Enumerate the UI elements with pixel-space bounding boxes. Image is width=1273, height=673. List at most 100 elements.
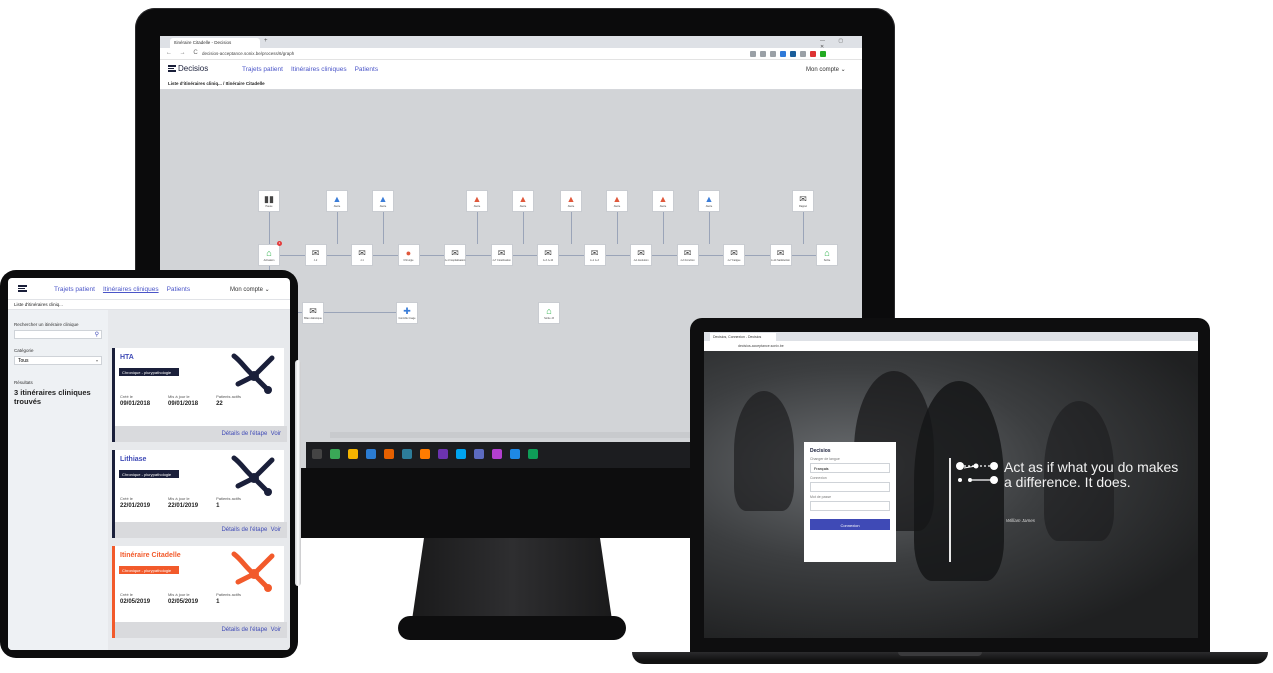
- graph-node-label: J+7 Cicatrisation: [492, 258, 511, 262]
- itinerary-card-selected[interactable]: Itinéraire Citadelle Chronique - plurypa…: [112, 546, 287, 638]
- graph-node[interactable]: ● Chirurgie: [397, 244, 420, 266]
- graph-node[interactable]: ▲ Alerte: [372, 190, 394, 212]
- nav-patients[interactable]: Patients: [355, 66, 379, 73]
- card-actions: Détails de l'étape Voir: [115, 622, 287, 638]
- taskbar-app-icon[interactable]: [474, 449, 484, 459]
- graph-node[interactable]: ✉ J+3 J+10: [537, 244, 559, 266]
- card-title[interactable]: HTA: [120, 354, 134, 361]
- updated-label: Mis à jour le: [168, 394, 190, 399]
- nav-trajets[interactable]: Trajets patient: [54, 286, 95, 293]
- graph-node[interactable]: ▲ Alerte: [606, 190, 628, 212]
- card-meta: Créé le 22/01/2019 Mis à jour le 22/01/201…: [120, 496, 250, 509]
- browser-tab[interactable]: Itinéraire Citadelle - Decisios: [170, 38, 260, 48]
- password-label: Mot de passe: [810, 495, 832, 499]
- taskbar-app-icon[interactable]: [528, 449, 538, 459]
- password-input[interactable]: [810, 501, 890, 511]
- card-title[interactable]: Itinéraire Citadelle: [120, 552, 181, 559]
- category-select[interactable]: Tous ▾: [14, 356, 102, 365]
- graph-node[interactable]: ✉ J-1: [351, 244, 373, 266]
- taskbar-app-icon[interactable]: [312, 449, 322, 459]
- taskbar-app-icon[interactable]: [438, 449, 448, 459]
- view-link[interactable]: Voir: [271, 527, 281, 533]
- graph-node[interactable]: ✉ J+1 Evolution: [630, 244, 652, 266]
- account-menu[interactable]: Mon compte ⌄: [230, 286, 270, 293]
- nav-itineraires[interactable]: Itinéraires cliniques: [103, 286, 159, 293]
- updated-date: 02/05/2019: [168, 599, 199, 605]
- search-icon[interactable]: ⚲: [95, 331, 99, 338]
- envelope-icon: ✉: [358, 247, 366, 258]
- nav-trajets[interactable]: Trajets patient: [242, 66, 283, 73]
- graph-node[interactable]: ▲ Alerte: [326, 190, 348, 212]
- graph-node[interactable]: ▲ Alerte: [698, 190, 720, 212]
- graph-node[interactable]: ✉ Rappel: [792, 190, 814, 212]
- details-link[interactable]: Détails de l'étape: [221, 431, 267, 437]
- taskbar-app-icon[interactable]: [510, 449, 520, 459]
- graph-node[interactable]: ✉ J+7 Fatigue: [723, 244, 745, 266]
- nav-patients[interactable]: Patients: [167, 286, 191, 293]
- graph-node[interactable]: ▲ Alerte: [560, 190, 582, 212]
- taskbar-app-icon[interactable]: [420, 449, 430, 459]
- login-button[interactable]: Connexion: [810, 519, 890, 530]
- envelope-icon: ✉: [776, 247, 785, 258]
- taskbar-app-icon[interactable]: [402, 449, 412, 459]
- taskbar-app-icon[interactable]: [348, 449, 358, 459]
- graph-node[interactable]: ✉ J+1 hospitalisation: [444, 244, 466, 266]
- home-icon: ⌂: [824, 247, 830, 258]
- view-link[interactable]: Voir: [271, 431, 281, 437]
- decisios-logo[interactable]: Decisios: [168, 64, 208, 73]
- url-field[interactable]: decisios-acceptance.sonix.be: [704, 341, 1198, 351]
- graph-node[interactable]: ✉ J+3 Fonction: [676, 244, 699, 266]
- browser-nav-buttons[interactable]: ← → C: [166, 50, 201, 56]
- browser-tab[interactable]: Decisios, Connexion - Decisios: [710, 333, 776, 341]
- view-link[interactable]: Voir: [271, 627, 281, 633]
- taskbar-app-icon[interactable]: [330, 449, 340, 459]
- decisios-logo[interactable]: [18, 285, 27, 292]
- graph-node[interactable]: ✉ Bilan diabétique: [302, 302, 324, 324]
- notification-badge: 1: [277, 241, 282, 246]
- taskbar-app-icon[interactable]: [384, 449, 394, 459]
- itinerary-card[interactable]: Lithiase Chronique - plurypathologie Cré…: [112, 450, 287, 538]
- created-date: 02/05/2019: [120, 599, 151, 605]
- graph-node[interactable]: ⌂ Activation: [258, 244, 280, 266]
- card-title[interactable]: Lithiase: [120, 456, 146, 463]
- graph-node[interactable]: ▲ Alerte: [466, 190, 488, 212]
- taskbar-app-icon[interactable]: [492, 449, 502, 459]
- graph-node[interactable]: ⌂ Sortie J3: [538, 302, 560, 324]
- card-actions: Détails de l'étape Voir: [115, 426, 287, 442]
- account-menu[interactable]: Mon compte ⌄: [806, 66, 846, 73]
- graph-node[interactable]: ▲ Alerte: [512, 190, 534, 212]
- graph-node[interactable]: ✉ J-2: [304, 244, 327, 266]
- search-input[interactable]: ⚲: [14, 330, 102, 339]
- graph-edge: [571, 212, 572, 244]
- graph-node[interactable]: ⌂ Sortie: [816, 244, 838, 266]
- details-link[interactable]: Détails de l'étape: [221, 627, 267, 633]
- taskbar-app-icon[interactable]: [366, 449, 376, 459]
- updated-date: 22/01/2019: [168, 503, 199, 509]
- warning-red-icon: ▲: [518, 193, 528, 204]
- url-field[interactable]: decisios-acceptance.sonix.be/process/6/g…: [202, 51, 294, 56]
- graph-node[interactable]: ✉ J+14 Satisfaction: [769, 244, 792, 266]
- breadcrumb[interactable]: Liste d'itinéraires cliniq... / Itinérai…: [160, 78, 862, 90]
- details-link[interactable]: Détails de l'étape: [221, 527, 267, 533]
- graph-node[interactable]: ✚ Contrôle Image: [396, 302, 418, 324]
- new-tab-button[interactable]: +: [264, 38, 268, 44]
- language-select[interactable]: Français: [810, 463, 890, 473]
- graph-node[interactable]: ▲ Alerte: [652, 190, 674, 212]
- graph-node[interactable]: ✉ J+1 J+3: [583, 244, 606, 266]
- login-input[interactable]: [810, 482, 890, 492]
- warning-red-icon: ▲: [566, 193, 576, 204]
- results-label: Résultats: [14, 380, 33, 385]
- browser-tab-bar: Itinéraire Citadelle - Decisios + — ▢ ✕: [160, 36, 862, 50]
- updated-label: Mis à jour le: [168, 496, 190, 501]
- envelope-icon: ✉: [309, 305, 317, 316]
- graph-thumbnail-icon: [231, 551, 275, 592]
- graph-node[interactable]: ✉ J+7 Cicatrisation: [490, 244, 513, 266]
- results-count: 3 itinéraires cliniques trouvés: [14, 388, 91, 406]
- itinerary-card[interactable]: HTA Chronique - plurypathologie Créé le 0…: [112, 348, 287, 442]
- nav-itineraires[interactable]: Itinéraires cliniques: [291, 66, 347, 73]
- graph-node[interactable]: ▮▮ Pause: [258, 190, 280, 212]
- taskbar-app-icon[interactable]: [456, 449, 466, 459]
- extension-icons[interactable]: [750, 51, 850, 57]
- graph-node-label: Sortie: [823, 258, 831, 262]
- breadcrumb[interactable]: Liste d'itinéraires cliniq...: [8, 300, 290, 310]
